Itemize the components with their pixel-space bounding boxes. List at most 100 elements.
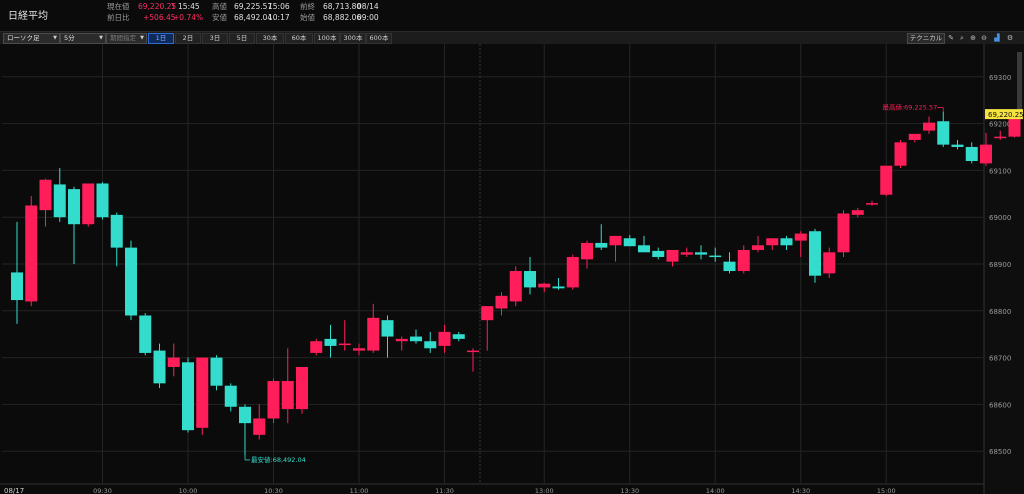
candle-body: [509, 271, 522, 302]
candle: [509, 266, 522, 307]
candle-body: [82, 183, 95, 225]
candle-body: [481, 306, 494, 321]
prev-close-value: 68,713.80: [323, 2, 362, 11]
period-select[interactable]: 期間指定 ▼: [106, 33, 147, 44]
technical-button[interactable]: テクニカル: [907, 33, 945, 44]
prev-close-label: 前終: [300, 2, 315, 11]
candle-body: [880, 165, 893, 195]
candle-body: [310, 341, 323, 353]
x-tick-label: 09:30: [93, 487, 112, 494]
pencil-icon[interactable]: ✎: [947, 34, 955, 42]
open-label: 始値: [300, 13, 315, 22]
low-time: 10:17: [268, 13, 290, 22]
interval-value: 5分: [64, 34, 75, 42]
chevron-down-icon: ▼: [53, 35, 57, 41]
settings-icon[interactable]: ⚙: [1006, 34, 1014, 42]
candle-body: [524, 271, 536, 288]
range-2day-button[interactable]: 2日: [175, 33, 201, 44]
candle: [296, 366, 308, 414]
candle-body: [609, 235, 622, 246]
candle-body: [353, 348, 365, 351]
current-price-time: 15:45: [178, 2, 200, 11]
chart-type-select[interactable]: ローソク足 ▼: [3, 33, 60, 44]
instrument-title: 日経平均: [8, 11, 48, 22]
range-1day-button[interactable]: 1日: [148, 33, 174, 44]
chart-background: [0, 44, 1024, 494]
magnifier-icon[interactable]: ⌕: [958, 34, 966, 42]
interval-select[interactable]: 5分 ▼: [60, 33, 106, 44]
candle-body: [452, 334, 465, 339]
candle-body: [338, 343, 351, 346]
candle-body: [125, 247, 137, 316]
candle-body: [851, 210, 864, 215]
prev-close-date: 08/14: [357, 2, 379, 11]
candle-body: [623, 238, 636, 247]
range-5day-button[interactable]: 5日: [229, 33, 255, 44]
x-tick-label: 11:30: [435, 487, 454, 494]
x-tick-label: 11:00: [350, 487, 369, 494]
candle-body: [937, 121, 950, 145]
high-label: 高値: [212, 2, 227, 11]
candle-body: [737, 249, 750, 272]
candle-body: [68, 189, 80, 225]
candle: [182, 357, 194, 433]
candle: [96, 182, 109, 220]
candle: [894, 139, 907, 169]
candle-body: [39, 179, 52, 211]
candle-body: [281, 381, 294, 410]
candle-body: [424, 341, 437, 349]
period-select-value: 期間指定: [110, 34, 136, 42]
y-tick-label: 69000: [989, 214, 1011, 222]
candle-body: [96, 183, 109, 218]
candle: [82, 183, 95, 227]
candle-body: [538, 283, 551, 288]
candle-body: [951, 144, 964, 147]
x-tick-label: 10:00: [179, 487, 198, 494]
range-30bars-button[interactable]: 30本: [256, 33, 284, 44]
candle-body: [837, 213, 850, 253]
zoom-out-icon[interactable]: ⊖: [980, 34, 988, 42]
candle-body: [395, 338, 408, 342]
candle-body: [680, 252, 693, 255]
candle-body: [566, 256, 579, 288]
chart-type-value: ローソク足: [7, 34, 40, 42]
candle-body: [11, 272, 23, 301]
candle-body: [139, 315, 152, 353]
candle-body: [224, 385, 237, 407]
current-price-flag: T: [171, 2, 176, 11]
range-600bars-button[interactable]: 600本: [366, 33, 392, 44]
candle-body: [324, 338, 337, 346]
range-100bars-button[interactable]: 100本: [314, 33, 340, 44]
candle-body: [110, 214, 123, 248]
candle-body: [153, 350, 166, 384]
x-tick-label: 13:30: [620, 487, 639, 494]
candle-body: [367, 317, 380, 351]
y-tick-label: 68600: [989, 401, 1011, 409]
x-tick-label: 14:30: [791, 487, 810, 494]
candle-body: [410, 336, 422, 342]
x-tick-label: 15:00: [877, 487, 896, 494]
candle-body: [182, 362, 194, 431]
range-3day-button[interactable]: 3日: [202, 33, 228, 44]
candle: [837, 210, 850, 257]
high-value: 69,225.57: [234, 2, 273, 11]
candle-body: [239, 406, 251, 424]
candle-body: [296, 366, 308, 410]
chart-style-icon[interactable]: ▟: [993, 34, 1001, 42]
candle-body: [709, 255, 722, 258]
range-60bars-button[interactable]: 60本: [285, 33, 313, 44]
candle: [210, 355, 223, 391]
candle-body: [253, 418, 266, 435]
y-tick-label: 68800: [989, 308, 1011, 316]
zoom-in-icon[interactable]: ⊕: [969, 34, 977, 42]
candle-body: [723, 261, 736, 272]
candle-body: [866, 203, 878, 205]
change-label: 前日比: [107, 13, 130, 22]
range-300bars-button[interactable]: 300本: [340, 33, 366, 44]
y-tick-label: 68700: [989, 355, 1011, 363]
high-time: 15:06: [268, 2, 290, 11]
price-axis-scrollbar[interactable]: [1017, 52, 1022, 114]
low-value: 68,492.04: [234, 13, 273, 22]
candle-body: [438, 331, 451, 346]
candlestick-chart[interactable]: 68500 68600 68700 68800 68900 69000 69100 69200…: [0, 44, 1024, 494]
